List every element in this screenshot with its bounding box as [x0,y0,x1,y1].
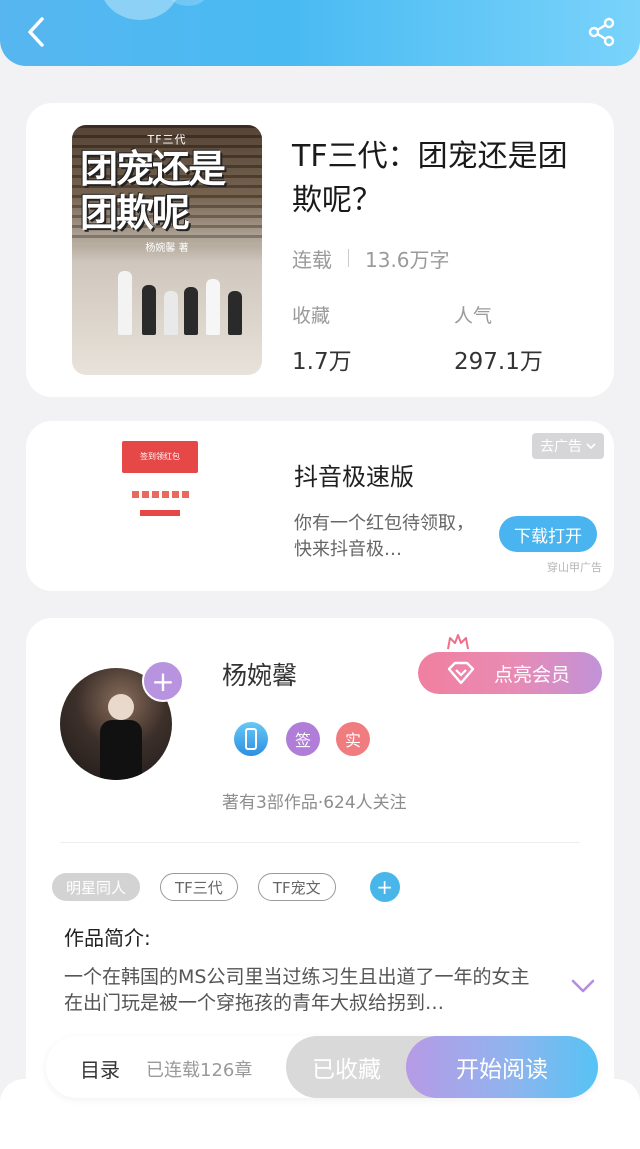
ad-source: 穿山甲广告 [547,561,602,574]
intro-label: 作品简介: [64,926,151,950]
chevron-left-icon [28,17,44,47]
crown-icon [447,634,469,650]
book-cover[interactable]: TF三代 团宠还是团欺呢 杨婉馨 著 [72,125,262,375]
ad-image-banner: 签到领红包 [122,441,198,473]
vip-label: 点亮会员 [494,663,571,686]
remove-ad-button[interactable]: 去广告 [532,433,604,459]
favorites-label: 收藏 [292,305,331,327]
vip-button[interactable]: 点亮会员 [418,652,602,694]
book-status: 连载 [292,247,332,272]
popularity-stat: 人气 297.1万 [454,301,543,376]
popularity-label: 人气 [454,305,493,327]
intro-text: 一个在韩国的MS公司里当过练习生且出道了一年的女主 在出门玩是被一个穿拖孩的青年… [64,966,530,1014]
bottom-action-bar: 目录 已连载126章 已收藏 开始阅读 [46,1036,598,1098]
cover-series-label: TF三代 [147,133,187,146]
follow-author-button[interactable]: + [142,660,184,702]
expand-intro-button[interactable] [570,978,596,998]
diamond-icon [447,661,475,685]
chevron-down-icon [586,443,596,450]
add-tag-button[interactable]: + [369,872,400,902]
book-info-card: TF三代 团宠还是团欺呢 杨婉馨 著 TF三代：团宠还是团欺呢？ 连载 13.6… [26,103,614,397]
cover-figure [164,291,178,335]
ad-title: 抖音极速版 [294,463,414,491]
table-of-contents-button[interactable]: 目录 [80,1054,120,1083]
cover-title: 团宠还是团欺呢 [80,146,226,235]
section-divider [60,842,580,843]
share-button[interactable] [582,12,622,52]
verified-badge: 实 [336,722,370,756]
cover-author: 杨婉馨 著 [145,243,189,254]
meta-divider [348,249,349,267]
tag-item[interactable]: TF三代 [160,873,238,901]
author-stats: 著有3部作品·624人关注 [222,793,407,813]
cover-figure [118,271,132,335]
book-title: TF三代：团宠还是团欺呢？ [292,139,568,218]
chapter-count: 已连载126章 [146,1060,253,1081]
ad-description: 你有一个红包待领取，快来抖音极… [294,513,474,560]
avatar-face [108,694,134,720]
ad-image-bar [140,510,180,516]
ad-card[interactable]: 去广告 签到领红包 抖音极速版 你有一个红包待领取，快来抖音极… 下载打开 穿山… [26,421,614,591]
favorites-stat: 收藏 1.7万 [292,301,352,376]
phone-badge-icon [234,722,268,756]
book-word-count: 13.6万字 [365,247,450,272]
top-header [0,0,640,66]
cover-figure [206,279,220,335]
header-decoration [100,0,180,20]
book-meta: 连载 13.6万字 [292,243,450,273]
popularity-value: 297.1万 [454,349,543,375]
tag-item[interactable]: TF宠文 [257,873,336,901]
start-reading-button[interactable]: 开始阅读 [406,1036,598,1098]
sign-badge: 签 [286,722,320,756]
ad-image-dots [122,491,198,498]
share-icon [588,17,615,47]
ad-download-button[interactable]: 下载打开 [499,516,597,552]
chevron-down-icon [571,979,595,993]
ad-image: 签到领红包 [122,441,198,553]
tag-item[interactable]: 明星同人 [52,873,141,901]
tag-list: 明星同人 TF三代 TF宠文 + [52,872,400,902]
cover-figure [184,287,198,335]
favorites-value: 1.7万 [292,349,352,375]
avatar-body [100,720,142,780]
remove-ad-label: 去广告 [540,439,582,455]
cover-figure [142,285,156,335]
author-name: 杨婉馨 [222,661,298,690]
cover-figure [228,291,242,335]
back-button[interactable] [18,10,54,54]
